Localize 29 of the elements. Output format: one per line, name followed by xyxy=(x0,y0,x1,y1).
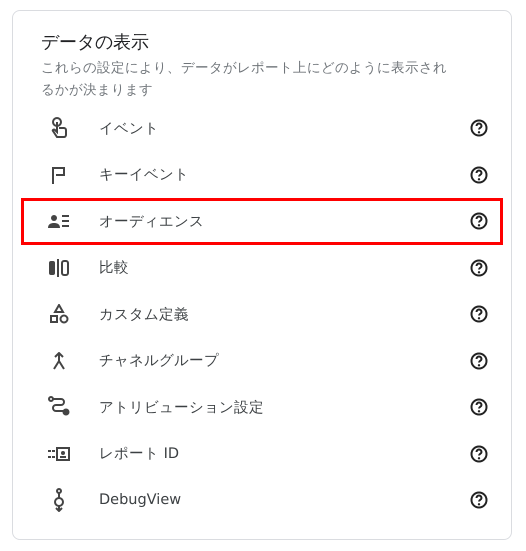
settings-item[interactable]: 比較 xyxy=(21,244,503,291)
help-icon[interactable] xyxy=(470,166,488,184)
shapes-icon xyxy=(49,304,69,324)
settings-item[interactable]: イベント xyxy=(21,105,503,152)
settings-item[interactable]: DebugView xyxy=(21,477,503,524)
compare-icon xyxy=(48,258,70,277)
help-icon[interactable] xyxy=(470,119,488,138)
settings-item[interactable]: キーイベント xyxy=(21,152,503,198)
help-icon[interactable] xyxy=(470,258,488,277)
card-title: データの表示 xyxy=(41,31,150,55)
settings-item[interactable]: オーディエンス xyxy=(21,198,503,244)
help-icon[interactable] xyxy=(470,491,488,510)
help-icon[interactable] xyxy=(470,212,488,230)
route-icon xyxy=(48,396,70,418)
card-description: これらの設定により、データがレポート上にどのように表示されるかが決まります xyxy=(41,59,448,100)
debug-icon xyxy=(52,488,66,512)
settings-item[interactable]: チャネルグループ xyxy=(21,338,503,384)
help-icon[interactable] xyxy=(470,444,488,463)
settings-item[interactable]: アトリビューション設定 xyxy=(21,384,503,430)
help-icon[interactable] xyxy=(470,352,488,370)
report-id-icon xyxy=(48,446,70,461)
merge-icon xyxy=(52,352,66,370)
settings-item[interactable]: カスタム定義 xyxy=(21,291,503,338)
flag-icon xyxy=(51,166,67,184)
audience-icon xyxy=(48,214,70,228)
touch-icon xyxy=(51,117,67,140)
settings-item[interactable]: レポート ID xyxy=(21,430,503,477)
help-icon[interactable] xyxy=(470,305,488,324)
help-icon[interactable] xyxy=(470,398,488,416)
